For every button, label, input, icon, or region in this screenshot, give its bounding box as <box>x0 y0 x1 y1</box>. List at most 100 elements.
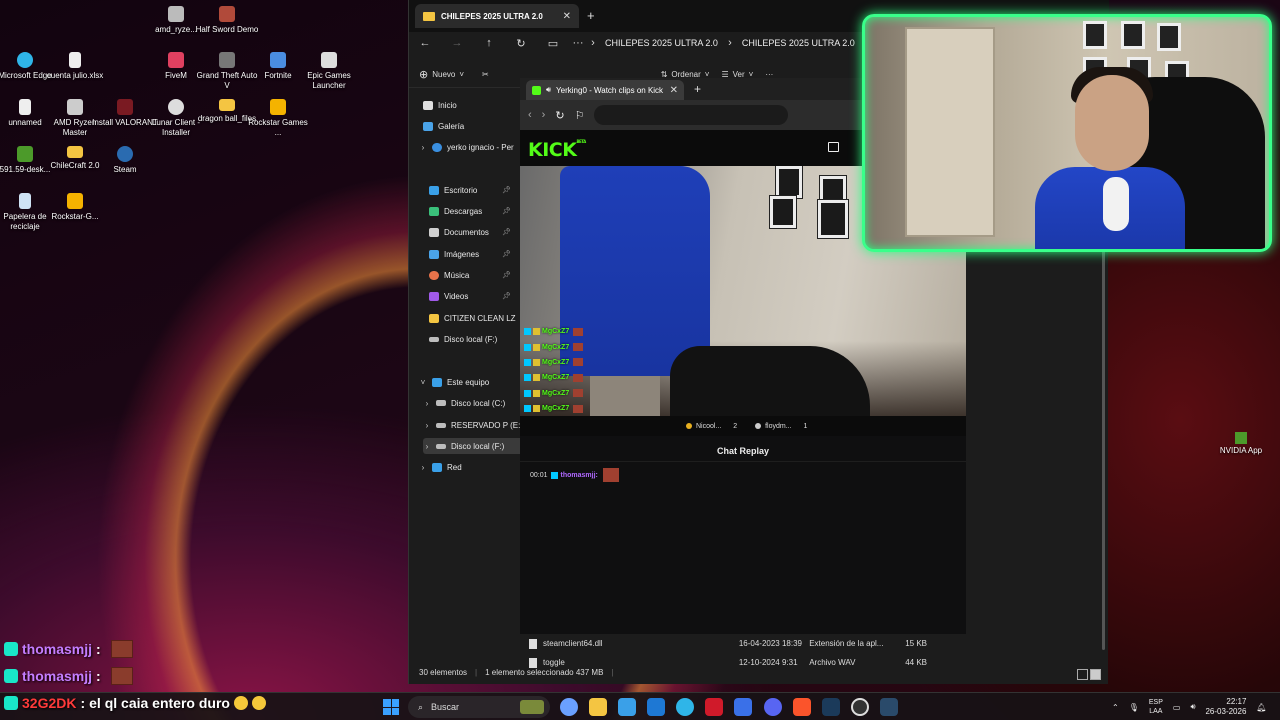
microphone-icon[interactable]: 🎙︎ <box>1129 703 1139 712</box>
leaderboard-entry[interactable]: floydm... 1 <box>755 423 807 430</box>
sidebar-item-disco-f-quick[interactable]: Disco local (F:) <box>429 331 529 347</box>
badge-icon <box>533 328 540 336</box>
monitor-icon[interactable]: ▭ <box>537 37 569 50</box>
file-explorer-icon[interactable] <box>589 698 607 716</box>
wall-frame <box>817 199 849 239</box>
close-tab-icon[interactable]: ✕ <box>670 85 678 96</box>
breadcrumb-item[interactable]: CHILEPES 2025 ULTRA 2.0 <box>605 38 718 48</box>
video-chat-row: MgCxZ7 <box>524 386 604 401</box>
sidebar-item-descargas[interactable]: Descargas 📌︎ <box>429 203 511 219</box>
badge-icon <box>533 343 540 351</box>
new-button[interactable]: ⊕ Nuevo ˅ <box>419 68 464 81</box>
network-icon <box>432 462 442 472</box>
up-arrow-icon[interactable]: ↑ <box>473 37 505 49</box>
close-tab-icon[interactable]: ✕ <box>563 11 571 22</box>
chat-badge-icon <box>4 669 18 683</box>
taskbar-search[interactable]: ⌕ Buscar <box>408 696 550 718</box>
edge-icon[interactable] <box>676 698 694 716</box>
drive-icon <box>429 336 439 342</box>
desktop-icon-half-sword[interactable]: Half Sword Demo <box>194 6 260 35</box>
desktop-icon-epic-games[interactable]: Epic Games Launcher <box>296 52 362 91</box>
new-tab-icon[interactable]: + <box>587 8 595 23</box>
sidebar-item-onedrive[interactable]: › yerko ignacio - Per <box>419 139 519 155</box>
details-view-icon[interactable] <box>1077 669 1088 680</box>
pin-icon[interactable]: 📌︎ <box>502 271 511 279</box>
language-indicator[interactable]: ESP LAA <box>1149 698 1163 716</box>
sidebar-item-inicio[interactable]: Inicio <box>423 97 523 113</box>
sidebar-item-videos[interactable]: Videos 📌︎ <box>429 288 511 304</box>
kick-logo[interactable]: KICKBETA <box>528 139 586 161</box>
back-arrow-icon[interactable]: ‹ <box>528 109 532 121</box>
monitor-app-icon[interactable] <box>880 698 898 716</box>
adobe-icon[interactable] <box>705 698 723 716</box>
todo-icon[interactable] <box>734 698 752 716</box>
forward-arrow-icon[interactable]: → <box>441 37 473 49</box>
forward-arrow-icon[interactable]: › <box>542 109 546 121</box>
sidebar-item-citizen-clean[interactable]: CITIZEN CLEAN LZ <box>429 310 529 326</box>
vertical-scrollbar[interactable] <box>1102 250 1105 650</box>
refresh-icon[interactable]: ↻ <box>505 37 537 50</box>
desktop-icon-rockstar-games[interactable]: Rockstar Games ... <box>245 99 311 138</box>
half-sword-icon <box>219 6 235 22</box>
more-dots-icon[interactable]: ··· <box>569 37 587 49</box>
sidebar-item-red[interactable]: › Red <box>419 459 519 475</box>
pin-icon[interactable]: 📌︎ <box>502 228 511 236</box>
chevron-right-icon[interactable]: › <box>423 399 431 408</box>
desktop-icon-rockstar-installer[interactable]: Rockstar-G... <box>42 193 108 222</box>
sidebar-item-disco-f[interactable]: › Disco local (F:) <box>423 438 523 454</box>
chat-username[interactable]: thomasmjj: <box>561 472 598 479</box>
pin-icon[interactable]: 📌︎ <box>502 207 511 215</box>
new-tab-icon[interactable]: + <box>694 82 701 96</box>
windows-start-icon[interactable] <box>383 699 399 715</box>
volume-icon[interactable]: 🔊︎ <box>1190 702 1195 712</box>
browser-tab[interactable]: 🔊︎ Yerking0 - Watch clips on Kick ✕ <box>526 80 684 100</box>
pin-icon[interactable]: 📌︎ <box>502 250 511 258</box>
chevron-right-icon[interactable]: › <box>419 463 427 472</box>
chevron-right-icon[interactable]: › <box>423 421 431 430</box>
sidebar-item-galeria[interactable]: Galería <box>423 118 523 134</box>
sidebar-item-este-equipo[interactable]: ˅ Este equipo <box>419 374 519 390</box>
sidebar-item-documentos[interactable]: Documentos 📌︎ <box>429 224 511 240</box>
cut-icon[interactable]: ✂ <box>482 70 489 79</box>
breadcrumb-item[interactable]: CHILEPES 2025 ULTRA 2.0 <box>742 38 855 48</box>
sidebar-item-reservado-e[interactable]: › RESERVADO P (E:) <box>423 417 523 433</box>
recycle-bin-icon <box>19 193 31 209</box>
desktop-icon-steam[interactable]: Steam <box>92 146 158 175</box>
emote-icon <box>573 373 584 382</box>
sidebar-item-musica[interactable]: Música 📌︎ <box>429 267 511 283</box>
copilot-icon[interactable] <box>560 698 578 716</box>
sidebar-item-imagenes[interactable]: Imágenes 📌︎ <box>429 246 511 262</box>
bookmark-icon[interactable]: ⚐ <box>575 109 585 122</box>
chevron-right-icon[interactable]: › <box>423 442 431 451</box>
desktop-icon-cuenta-julio[interactable]: cuenta julio.xlsx <box>42 52 108 81</box>
network-icon[interactable]: ▭ <box>1173 703 1181 712</box>
webcam-microphone <box>1103 177 1129 231</box>
badge-icon <box>524 358 531 366</box>
back-arrow-icon[interactable]: ← <box>409 37 441 49</box>
sidebar-item-disco-c[interactable]: › Disco local (C:) <box>423 395 523 411</box>
explorer-tab[interactable]: CHILEPES 2025 ULTRA 2.0 ✕ <box>415 4 579 28</box>
chevron-up-icon[interactable]: ⌃ <box>1112 703 1119 712</box>
notifications-icon[interactable]: 🔔︎ <box>1256 703 1266 712</box>
discord-icon[interactable] <box>764 698 782 716</box>
outlook-icon[interactable] <box>647 698 665 716</box>
leaderboard-entry[interactable]: Nicool... 2 <box>686 423 737 430</box>
emote-icon <box>573 327 584 336</box>
pin-icon[interactable]: 📌︎ <box>502 292 511 300</box>
obs-icon[interactable] <box>851 698 869 716</box>
chevron-down-icon[interactable]: ˅ <box>419 378 427 387</box>
reload-icon[interactable]: ↻ <box>555 109 564 122</box>
clock[interactable]: 22:17 26-03-2026 <box>1205 697 1246 717</box>
brave-icon[interactable] <box>793 698 811 716</box>
webcam-wall-frame <box>1121 21 1145 49</box>
desktop-icon-nvidia-app[interactable]: NVIDIA App <box>1216 432 1266 455</box>
tiles-view-icon[interactable] <box>1090 669 1101 680</box>
sidebar-item-escritorio[interactable]: Escritorio 📌︎ <box>429 182 511 198</box>
address-bar[interactable] <box>594 105 789 125</box>
steam-icon[interactable] <box>822 698 840 716</box>
chevron-right-icon[interactable]: › <box>419 143 427 152</box>
theater-mode-icon[interactable] <box>828 142 839 152</box>
pin-icon[interactable]: 📌︎ <box>502 186 511 194</box>
file-row[interactable]: steamclient64.dll 16-04-2023 18:39 Exten… <box>527 634 927 653</box>
store-icon[interactable] <box>618 698 636 716</box>
